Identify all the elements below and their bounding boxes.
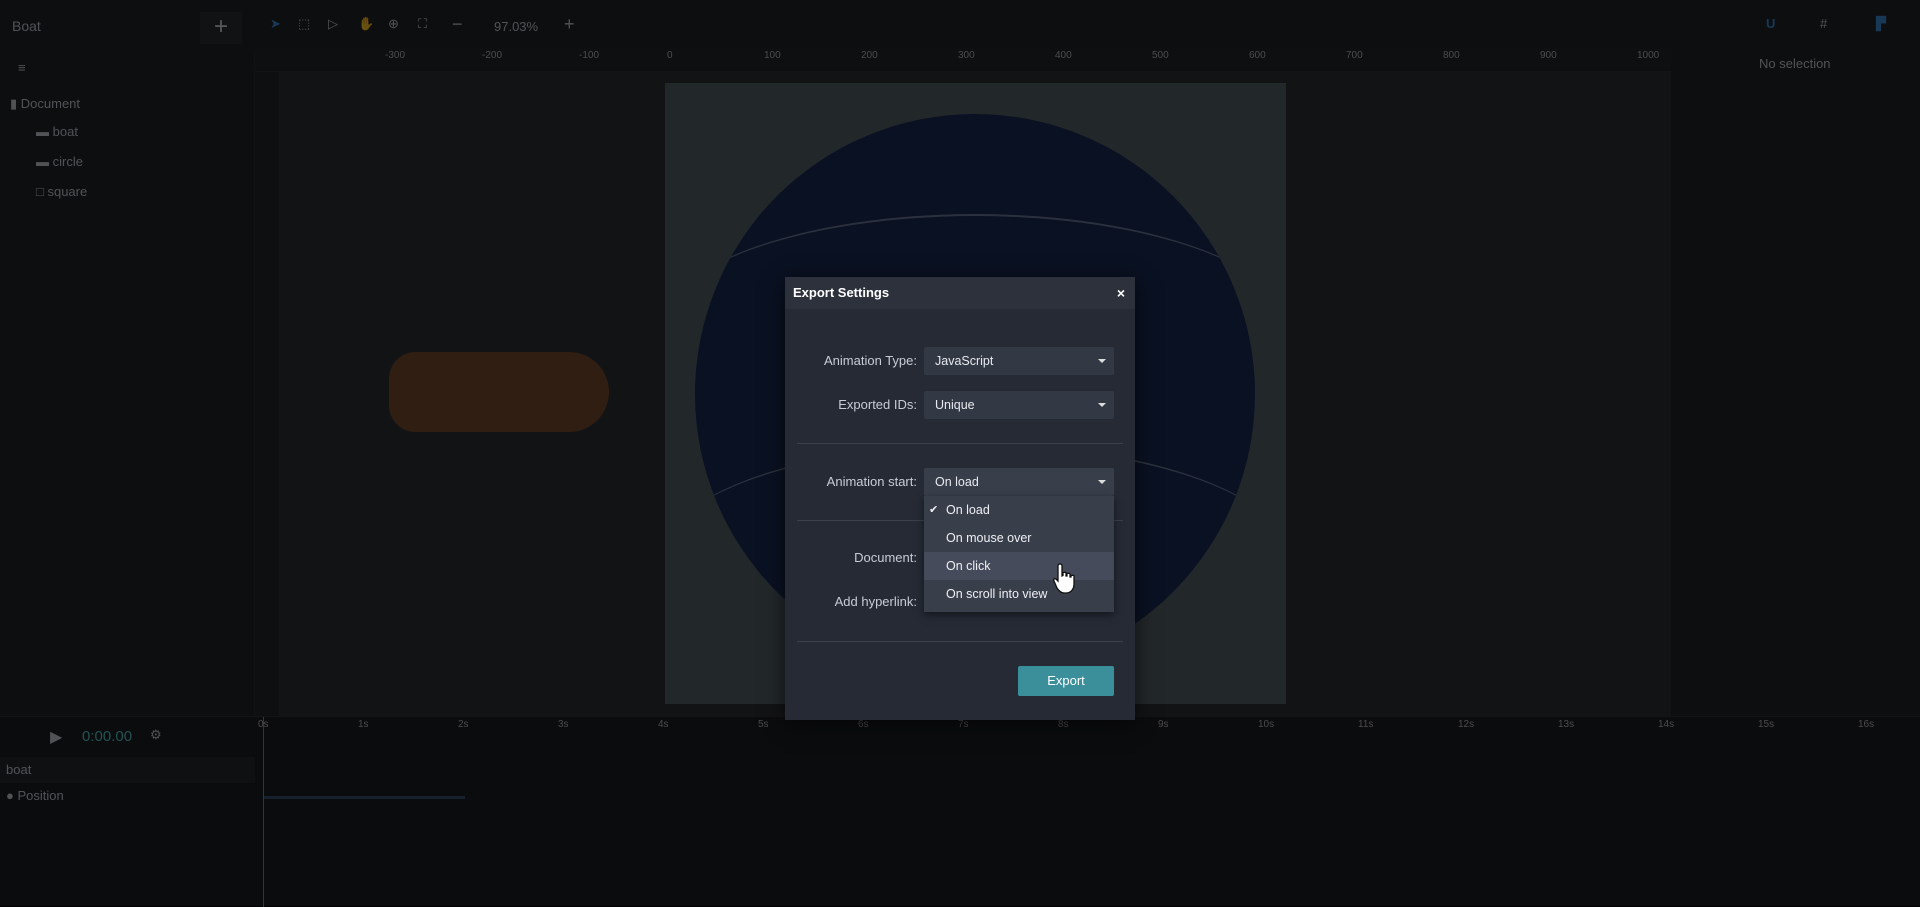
fit-icon[interactable]: ⛶ <box>418 16 427 32</box>
ruler-label: 0 <box>667 50 673 61</box>
properties-panel: No selection <box>1671 54 1920 716</box>
timeline-second-label: 2s <box>458 719 469 730</box>
ruler-label: 300 <box>958 50 975 61</box>
document-label: Document: <box>854 550 917 565</box>
exported-ids-label: Exported IDs: <box>838 397 917 412</box>
no-selection-text: No selection <box>1759 56 1831 71</box>
divider <box>797 443 1123 444</box>
ruler-label: 400 <box>1055 50 1072 61</box>
project-name: Boat <box>12 18 41 34</box>
horizontal-ruler: -300 -200 -100 0 100 200 300 400 500 600… <box>255 48 1671 72</box>
hand-cursor-icon <box>1052 563 1075 594</box>
chevron-down-icon <box>1098 480 1106 484</box>
ruler-label: 500 <box>1152 50 1169 61</box>
add-hyperlink-label: Add hyperlink: <box>834 594 917 609</box>
timeline-second-label: 0s <box>258 719 269 730</box>
select-tool-icon[interactable]: ➤ <box>270 16 281 32</box>
ruler-label: 200 <box>861 50 878 61</box>
animation-type-select[interactable]: JavaScript <box>924 347 1114 375</box>
timeline-second-label: 1s <box>358 719 369 730</box>
panel-icon[interactable]: ▛ <box>1876 16 1886 32</box>
timeline-second-label: 9s <box>1158 719 1169 730</box>
vertical-ruler <box>255 72 279 716</box>
layer-document[interactable]: ▮ Document <box>10 96 80 112</box>
ruler-label: 600 <box>1249 50 1266 61</box>
playhead[interactable] <box>263 717 264 907</box>
folder-icon: ▬ <box>36 154 53 169</box>
ruler-label: 1000 <box>1637 50 1660 61</box>
ruler-label: -200 <box>482 50 503 61</box>
check-icon: ✔ <box>929 504 939 516</box>
timeline-second-label: 8s <box>1058 719 1069 730</box>
timeline-second-label: 10s <box>1258 719 1275 730</box>
square-icon: □ <box>36 184 48 199</box>
ruler-label: 100 <box>764 50 781 61</box>
document-icon: ▮ <box>10 96 21 111</box>
zoom-in-button[interactable]: + <box>564 14 575 35</box>
ruler-label: 700 <box>1346 50 1363 61</box>
timeline-second-label: 4s <box>658 719 669 730</box>
add-button[interactable]: + <box>200 12 242 44</box>
layers-menu-icon[interactable]: ≡ <box>18 60 26 75</box>
settings-icon[interactable]: ⚙ <box>150 727 162 743</box>
layer-item[interactable]: ▬ boat <box>36 124 78 139</box>
ruler-label: 900 <box>1540 50 1557 61</box>
magnet-icon[interactable]: U <box>1766 16 1775 31</box>
current-time[interactable]: 0:00.00 <box>82 728 132 745</box>
timeline-second-label: 5s <box>758 719 769 730</box>
zoom-tool-icon[interactable]: ⊕ <box>388 16 399 32</box>
timeline-second-label: 12s <box>1458 719 1475 730</box>
animation-type-label: Animation Type: <box>824 353 917 368</box>
chevron-down-icon <box>1098 403 1106 407</box>
export-button[interactable]: Export <box>1018 666 1114 696</box>
divider <box>797 641 1123 642</box>
timeline-second-label: 11s <box>1358 719 1374 730</box>
layer-item[interactable]: □ square <box>36 184 87 199</box>
timeline-second-label: 15s <box>1758 719 1775 730</box>
export-settings-dialog: Export Settings × Animation Type: JavaSc… <box>785 277 1135 720</box>
ruler-label: -300 <box>385 50 406 61</box>
timeline-group[interactable]: boat <box>0 757 255 783</box>
option-on-load[interactable]: ✔ On load <box>924 496 1114 524</box>
layers-panel: ≡ ▮ Document ▬ boat ▬ circle □ square <box>0 54 255 716</box>
zoom-out-button[interactable]: − <box>452 14 463 35</box>
animation-start-label: Animation start: <box>826 474 917 489</box>
play-button[interactable]: ▶ <box>50 727 62 747</box>
animation-start-select[interactable]: On load <box>924 468 1114 496</box>
timeline-second-label: 3s <box>558 719 569 730</box>
timeline-second-label: 6s <box>858 719 869 730</box>
pin-icon: ● <box>6 788 18 803</box>
dialog-header: Export Settings × <box>785 277 1135 309</box>
timeline-property[interactable]: ● Position <box>6 783 64 809</box>
grid-icon[interactable]: # <box>1820 16 1827 31</box>
timeline-second-label: 13s <box>1558 719 1575 730</box>
timeline-second-label: 7s <box>958 719 969 730</box>
timeline-panel: ▶ 0:00.00 ⚙ boat ● Position 0s 1s 2s 3s 4s 5s… <box>0 716 1920 907</box>
keyframe-span[interactable] <box>263 796 465 799</box>
timeline-second-label: 16s <box>1858 719 1875 730</box>
timeline-second-label: 14s <box>1658 719 1675 730</box>
chevron-down-icon <box>1098 359 1106 363</box>
transform-tool-icon[interactable]: ⬚ <box>298 16 310 32</box>
top-toolbar: Boat + ➤ ⬚ ▷ ✋ ⊕ ⛶ − 97.03% + U # ▛ <box>0 0 1920 54</box>
exported-ids-select[interactable]: Unique <box>924 391 1114 419</box>
option-on-click[interactable]: On click <box>924 552 1114 580</box>
animation-start-dropdown: ✔ On load On mouse over On click On scrol… <box>924 496 1114 612</box>
close-icon[interactable]: × <box>1117 277 1125 309</box>
layer-item[interactable]: ▬ circle <box>36 154 83 169</box>
folder-icon: ▬ <box>36 124 53 139</box>
option-on-scroll-into-view[interactable]: On scroll into view <box>924 580 1114 608</box>
hand-tool-icon[interactable]: ✋ <box>358 16 374 32</box>
dialog-title: Export Settings <box>793 285 890 300</box>
boat-shape[interactable] <box>389 352 609 432</box>
ruler-label: 800 <box>1443 50 1460 61</box>
ruler-label: -100 <box>579 50 600 61</box>
option-on-mouse-over[interactable]: On mouse over <box>924 524 1114 552</box>
node-tool-icon[interactable]: ▷ <box>328 16 338 32</box>
zoom-level[interactable]: 97.03% <box>494 19 538 34</box>
